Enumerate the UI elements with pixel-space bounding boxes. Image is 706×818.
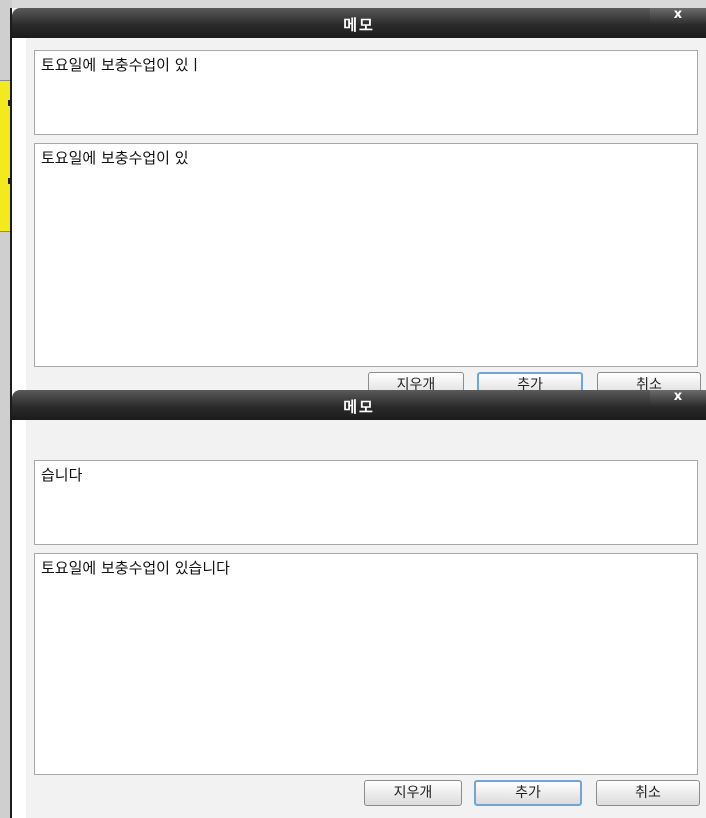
add-button[interactable]: 추가 <box>474 780 582 806</box>
memo-dialog-1: 메모 x 토요일에 보충수업이 있ㅣ 토요일에 보충수업이 있 지우개 추가 취… <box>10 8 706 403</box>
memo-text-area[interactable]: 토요일에 보충수업이 있 <box>34 143 698 367</box>
memo-input-field[interactable]: 토요일에 보충수업이 있ㅣ <box>34 50 698 135</box>
title-bar[interactable]: 메모 x <box>12 8 706 38</box>
dialog-title: 메모 <box>343 16 375 34</box>
memo-text-area[interactable]: 토요일에 보충수업이 있습니다 <box>34 553 698 775</box>
title-bar[interactable]: 메모 x <box>12 390 706 420</box>
dialog-title: 메모 <box>343 398 375 416</box>
memo-dialog-2: 메모 x 습니다 토요일에 보충수업이 있습니다 지우개 추가 취소 <box>10 390 706 818</box>
clear-button[interactable]: 지우개 <box>364 780 462 806</box>
cancel-button[interactable]: 취소 <box>596 780 700 806</box>
close-button[interactable]: x <box>650 390 706 406</box>
memo-input-field[interactable]: 습니다 <box>34 460 698 545</box>
close-button[interactable]: x <box>650 8 706 24</box>
